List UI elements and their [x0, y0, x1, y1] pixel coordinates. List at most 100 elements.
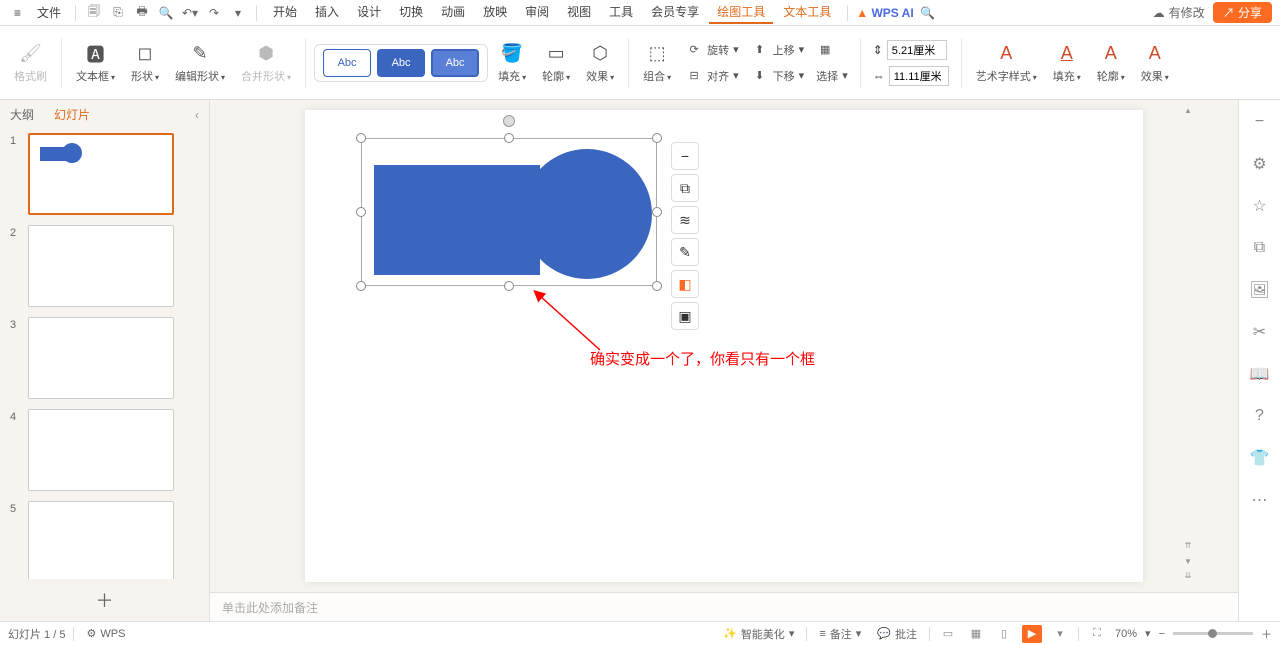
book-icon[interactable]: 📖 [1248, 362, 1272, 386]
float-edit-button[interactable]: ✎ [671, 238, 699, 266]
tab-slideshow[interactable]: 放映 [475, 1, 515, 24]
float-layer-button[interactable]: ≋ [671, 206, 699, 234]
slide-thumbnail-5[interactable] [28, 501, 174, 579]
fit-view-icon[interactable]: ⛶ [1087, 625, 1107, 643]
rectangle-shape[interactable] [374, 165, 540, 275]
tab-design[interactable]: 设计 [349, 1, 389, 24]
move-down-button[interactable]: ⬇下移 ▾ [751, 64, 805, 88]
resize-handle[interactable] [356, 281, 366, 291]
selection-box[interactable] [361, 138, 657, 286]
text-fill-button[interactable]: A 填充▾ [1047, 42, 1087, 84]
sorter-view-icon[interactable]: ▦ [966, 625, 986, 643]
zoom-in-button[interactable]: ＋ [1261, 626, 1272, 642]
outline-tab[interactable]: 大纲 [10, 106, 34, 123]
zoom-slider[interactable] [1173, 632, 1253, 635]
textbox-button[interactable]: 🅰 文本框▾ [70, 42, 121, 84]
next-slide-icon[interactable]: ⇊ [1182, 569, 1194, 581]
shape-button[interactable]: ◻ 形状▾ [125, 42, 165, 84]
file-menu[interactable]: 文件 [31, 2, 67, 23]
float-copy-button[interactable]: ⧉ [671, 174, 699, 202]
author-label[interactable]: ⚙ WPS [82, 627, 129, 640]
scroll-down-icon[interactable]: ▼ [1182, 555, 1194, 567]
art-style-button[interactable]: A 艺术字样式▾ [970, 42, 1043, 84]
slide-thumbnail-2[interactable] [28, 225, 174, 307]
scroll-up-icon[interactable]: ▲ [1182, 104, 1194, 116]
star-icon[interactable]: ☆ [1248, 194, 1272, 218]
slides-tab[interactable]: 幻灯片 [54, 106, 90, 123]
resize-handle[interactable] [356, 133, 366, 143]
align-button[interactable]: ⊟对齐 ▾ [685, 64, 739, 88]
zoom-thumb[interactable] [1208, 629, 1217, 638]
style-preset-3[interactable]: Abc [431, 49, 479, 77]
tab-transition[interactable]: 切换 [391, 1, 431, 24]
resize-handle[interactable] [652, 207, 662, 217]
resize-handle[interactable] [504, 281, 514, 291]
normal-view-icon[interactable]: ▭ [938, 625, 958, 643]
fill-button[interactable]: 🪣 填充▾ [492, 42, 532, 84]
tab-text-tools[interactable]: 文本工具 [775, 1, 839, 24]
help-icon[interactable]: ? [1248, 404, 1272, 428]
zoom-out-button[interactable]: − [1159, 628, 1165, 640]
slide-canvas[interactable]: − ⧉ ≋ ✎ ◧ ▣ 确实变成一个了，你看只有一个框 [305, 110, 1143, 582]
preview-icon[interactable]: 🔍 [156, 3, 176, 23]
search-icon[interactable]: 🔍 [918, 3, 938, 23]
template-icon[interactable]: 👕 [1248, 446, 1272, 470]
resize-handle[interactable] [652, 133, 662, 143]
float-collapse-button[interactable]: − [671, 142, 699, 170]
tab-view[interactable]: 视图 [559, 1, 599, 24]
shape-style-gallery[interactable]: Abc Abc Abc [314, 44, 488, 82]
slide-thumbnail-1[interactable] [28, 133, 174, 215]
zoom-value[interactable]: 70% [1115, 628, 1137, 640]
style-preset-2[interactable]: Abc [377, 49, 425, 77]
tab-insert[interactable]: 插入 [307, 1, 347, 24]
slide-thumbnail-4[interactable] [28, 409, 174, 491]
width-input-row[interactable]: ⇔ [873, 64, 949, 88]
outline-button[interactable]: ▭ 轮廓▾ [536, 42, 576, 84]
height-input-row[interactable]: ⇕ [873, 38, 949, 62]
printer-icon[interactable]: 🖶 [132, 3, 152, 23]
tab-review[interactable]: 审阅 [517, 1, 557, 24]
text-effect-button[interactable]: A 效果▾ [1135, 42, 1175, 84]
tools-icon[interactable]: ✂ [1248, 320, 1272, 344]
notes-button[interactable]: ≡ 备注 ▾ [815, 626, 865, 642]
text-outline-button[interactable]: A 轮廓▾ [1091, 42, 1131, 84]
tab-drawing-tools[interactable]: 绘图工具 [709, 1, 773, 24]
rotate-handle[interactable] [503, 115, 515, 127]
style-preset-1[interactable]: Abc [323, 49, 371, 77]
combine-button[interactable]: ⬚ 组合▾ [637, 42, 677, 84]
image-icon[interactable]: 🖼 [1248, 278, 1272, 302]
rotate-button[interactable]: ⟳旋转 ▾ [685, 38, 739, 62]
add-slide-button[interactable]: ＋ [0, 579, 209, 621]
collapse-panel-icon[interactable]: ‹ [195, 108, 199, 122]
select-button[interactable]: 选择 ▾ [816, 64, 848, 88]
circle-shape[interactable] [522, 149, 652, 279]
tab-animation[interactable]: 动画 [433, 1, 473, 24]
beautify-button[interactable]: ✨ 智能美化 ▾ [719, 626, 798, 642]
hamburger-icon[interactable]: ≡ [8, 4, 27, 22]
minus-icon[interactable]: − [1248, 110, 1272, 134]
comments-button[interactable]: 💬 批注 [873, 626, 921, 642]
slideshow-button[interactable]: ▶ [1022, 625, 1042, 643]
height-input[interactable] [887, 40, 947, 60]
slide-thumbnail-3[interactable] [28, 317, 174, 399]
float-border-button[interactable]: ▣ [671, 302, 699, 330]
notes-input[interactable]: 单击此处添加备注 [210, 592, 1238, 621]
share-button[interactable]: ↗ 分享 [1213, 2, 1272, 23]
wps-ai-button[interactable]: ▲ WPS AI [856, 6, 913, 20]
effect-button[interactable]: ⬡ 效果▾ [580, 42, 620, 84]
tab-member[interactable]: 会员专享 [643, 1, 707, 24]
undo-icon[interactable]: ↶▾ [180, 3, 200, 23]
more-icon[interactable]: ⋯ [1248, 488, 1272, 512]
float-style-button[interactable]: ◧ [671, 270, 699, 298]
width-input[interactable] [889, 66, 949, 86]
dropdown-icon[interactable]: ▾ [228, 3, 248, 23]
clipboard-icon[interactable]: ⧉ [1248, 236, 1272, 260]
resize-handle[interactable] [356, 207, 366, 217]
redo-icon[interactable]: ↷ [204, 3, 224, 23]
edit-shape-button[interactable]: ✎ 编辑形状▾ [169, 42, 231, 84]
tab-start[interactable]: 开始 [265, 1, 305, 24]
resize-handle[interactable] [652, 281, 662, 291]
dropdown-icon[interactable]: ▾ [1050, 625, 1070, 643]
print-icon[interactable]: ⎘ [108, 3, 128, 23]
cloud-modified-button[interactable]: ☁ 有修改 [1153, 4, 1205, 21]
